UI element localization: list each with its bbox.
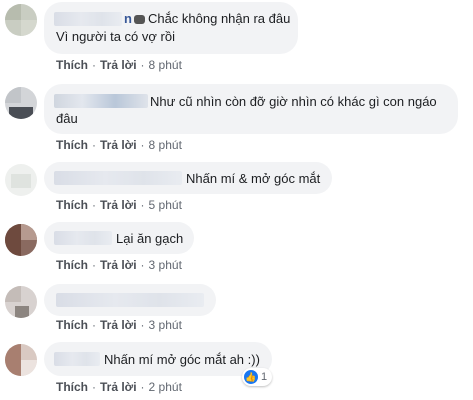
reply-link[interactable]: Trả lời (100, 258, 137, 272)
like-link[interactable]: Thích (56, 258, 88, 272)
comment-text: Nhấn mí & mở góc mắt (186, 171, 321, 186)
like-link[interactable]: Thích (56, 58, 88, 72)
comment-actions: Thích · Trả lời · 5 phút (56, 198, 182, 212)
commenter-name-blurred[interactable] (54, 12, 122, 26)
commenter-name-blurred[interactable] (54, 94, 148, 108)
comment-text: Nhấn mí mở góc mắt ah :)) (104, 352, 260, 367)
comment-time[interactable]: 8 phút (149, 138, 182, 152)
like-link[interactable]: Thích (56, 138, 88, 152)
comment-time[interactable]: 5 phút (149, 198, 182, 212)
reply-link[interactable]: Trả lời (100, 58, 137, 72)
comment-actions: Thích · Trả lời · 8 phút (56, 58, 182, 72)
comment-time[interactable]: 2 phút (149, 380, 182, 394)
separator-dot: · (92, 258, 96, 272)
separator-dot: · (140, 318, 145, 332)
commenter-name-suffix[interactable]: n (124, 11, 132, 26)
comment-text: Chắc không nhận ra đâu (147, 11, 291, 26)
avatar[interactable] (5, 344, 37, 376)
like-link[interactable]: Thích (56, 318, 88, 332)
separator-dot: · (140, 58, 145, 72)
reaction-count: 1 (261, 371, 268, 383)
separator-dot: · (92, 380, 96, 394)
reply-link[interactable]: Trả lời (100, 198, 137, 212)
avatar[interactable] (5, 286, 37, 318)
reaction-count-badge[interactable]: 👍 1 (242, 368, 273, 386)
comment-actions: Thích · Trả lời · 8 phút (56, 138, 182, 152)
messenger-icon (133, 15, 145, 24)
comment-text: Như cũ nhìn còn đỡ giờ nhìn có khác gì c… (150, 94, 437, 109)
reply-link[interactable]: Trả lời (100, 380, 137, 394)
reply-link[interactable]: Trả lời (100, 318, 137, 332)
commenter-name-blurred[interactable] (54, 231, 112, 245)
comment-text-line2: Vì người ta có vợ rồi (56, 29, 175, 44)
commenter-name-blurred[interactable] (54, 171, 182, 185)
reply-link[interactable]: Trả lời (100, 138, 137, 152)
commenter-name-blurred[interactable] (56, 293, 204, 307)
comment-actions: Thích · Trả lời · 3 phút (56, 318, 182, 332)
thumbs-up-icon: 👍 (244, 370, 258, 384)
separator-dot: · (92, 138, 96, 152)
separator-dot: · (140, 138, 145, 152)
comment-time[interactable]: 8 phút (149, 58, 182, 72)
like-link[interactable]: Thích (56, 380, 88, 394)
like-link[interactable]: Thích (56, 198, 88, 212)
comment-time[interactable]: 3 phút (149, 318, 182, 332)
comment-text: Lại ăn gạch (116, 231, 184, 246)
separator-dot: · (140, 380, 145, 394)
comment-text-line2: đâu (56, 111, 78, 126)
separator-dot: · (140, 198, 145, 212)
separator-dot: · (92, 318, 96, 332)
commenter-name-blurred[interactable] (54, 352, 100, 366)
separator-dot: · (92, 198, 96, 212)
separator-dot: · (92, 58, 96, 72)
separator-dot: · (140, 258, 145, 272)
avatar[interactable] (5, 4, 37, 36)
comment-actions: Thích · Trả lời · 2 phút (56, 380, 182, 394)
comment-time[interactable]: 3 phút (149, 258, 182, 272)
avatar[interactable] (5, 224, 37, 256)
avatar[interactable] (5, 87, 37, 119)
avatar[interactable] (5, 164, 37, 196)
comment-actions: Thích · Trả lời · 3 phút (56, 258, 182, 272)
